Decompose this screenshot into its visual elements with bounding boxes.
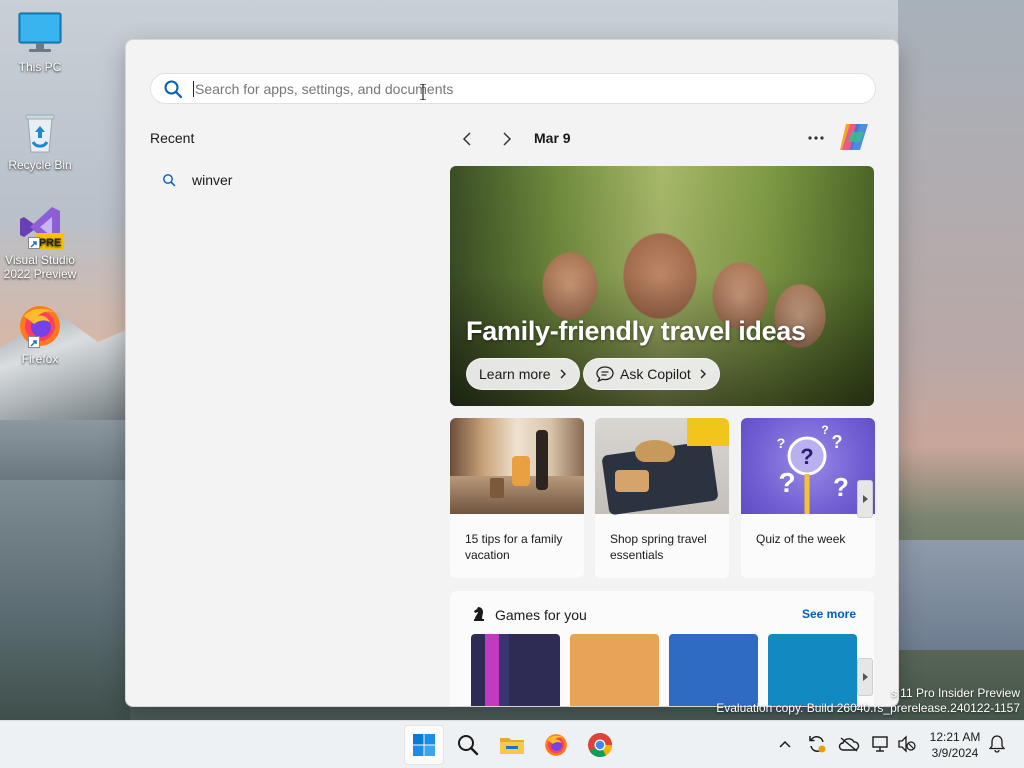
folder-icon [500, 738, 524, 754]
wallpaper-water [898, 540, 1024, 650]
evaluation-watermark: s 11 Pro Insider Preview Evaluation copy… [716, 686, 1020, 716]
card-image [595, 418, 729, 516]
speaker-muted-icon [898, 735, 916, 753]
onedrive-tray-icon[interactable] [838, 733, 860, 755]
windows-logo-icon [413, 734, 435, 756]
copilot-icon [840, 124, 868, 150]
desktop-icon-firefox[interactable]: Firefox [0, 302, 80, 366]
taskbar-search-button[interactable] [448, 725, 488, 765]
start-button[interactable] [404, 725, 444, 765]
svg-text:?: ? [832, 432, 843, 452]
chess-knight-icon [474, 607, 484, 621]
feed-date: Mar 9 [534, 130, 571, 146]
svg-text:?: ? [821, 423, 828, 437]
caret-right-icon [863, 673, 868, 681]
firefox-taskbar-button[interactable] [536, 725, 576, 765]
clock-time: 12:21 AM [929, 730, 981, 744]
previous-button[interactable] [456, 128, 478, 150]
ask-copilot-button[interactable]: Ask Copilot [583, 358, 720, 390]
watermark-line-1: s 11 Pro Insider Preview [890, 686, 1020, 700]
copilot-button[interactable] [838, 122, 870, 152]
taskbar: 12:21 AM 3/9/2024 [0, 720, 1024, 768]
desktop-icon-label: This PC [18, 60, 62, 74]
update-tray-icon[interactable] [806, 733, 828, 755]
feed-card[interactable]: ? ? ? ? ? ? Quiz of the week [741, 418, 875, 578]
chevron-right-icon [700, 369, 706, 379]
svg-text:?: ? [778, 467, 795, 498]
hero-card[interactable]: Family-friendly travel ideas Learn more … [450, 166, 874, 406]
wallpaper-lake [0, 480, 130, 720]
game-tile[interactable] [570, 634, 659, 706]
card-title: 15 tips for a family vacation [465, 532, 563, 562]
search-box[interactable] [150, 73, 876, 104]
sync-icon [809, 736, 826, 753]
shortcut-arrow-icon [28, 336, 40, 348]
search-input[interactable] [195, 80, 795, 97]
recent-item[interactable]: winver [162, 168, 422, 192]
search-icon [164, 80, 183, 98]
game-tile[interactable] [471, 634, 560, 706]
svg-text:?: ? [833, 472, 849, 502]
chevron-right-icon [503, 132, 512, 146]
question-marks-icon: ? ? ? ? ? ? [777, 423, 849, 514]
cloud-offline-icon [838, 737, 860, 752]
search-icon [163, 174, 176, 187]
visual-studio-badge: PRE [39, 237, 62, 249]
clock-date: 3/9/2024 [931, 746, 979, 760]
learn-more-label: Learn more [479, 366, 551, 382]
notifications-button[interactable] [986, 733, 1008, 755]
watermark-line-2: Evaluation copy. Build 26040.rs_prerelea… [716, 701, 1020, 715]
card-image [450, 418, 584, 514]
svg-text:?: ? [800, 444, 813, 469]
firefox-icon [545, 734, 567, 756]
shortcut-arrow-icon [28, 237, 40, 249]
more-dots-icon [808, 136, 824, 140]
recycle-bin-icon [16, 108, 64, 156]
monitor-icon [16, 10, 64, 58]
desktop-icon-label: Recycle Bin [8, 158, 72, 172]
recent-item-label: winver [192, 172, 233, 188]
svg-text:?: ? [777, 435, 786, 451]
taskbar-clock[interactable]: 12:21 AM 3/9/2024 [920, 729, 990, 761]
search-panel: Recent winver Mar 9 Family-friendly trav… [125, 39, 899, 707]
see-more-link[interactable]: See more [802, 607, 856, 621]
hero-title: Family-friendly travel ideas [466, 316, 806, 346]
show-hidden-icons-button[interactable] [774, 733, 796, 755]
desktop-icon-label: Visual Studio 2022 Preview [3, 253, 77, 281]
chevron-right-icon [560, 369, 566, 379]
next-button[interactable] [496, 128, 518, 150]
volume-tray-icon[interactable] [896, 733, 918, 755]
file-explorer-button[interactable] [492, 725, 532, 765]
ibeam-cursor-icon [420, 84, 426, 100]
more-options-button[interactable] [804, 126, 828, 150]
visual-studio-icon: PRE [16, 203, 64, 251]
card-image: ? ? ? ? ? ? [741, 418, 875, 514]
cards-scroll-right-button[interactable] [857, 480, 873, 518]
search-icon [458, 735, 479, 756]
chat-bubble-icon [596, 366, 614, 382]
network-disconnected-icon [872, 736, 888, 752]
desktop-icon-visual-studio[interactable]: PRE Visual Studio 2022 Preview [0, 203, 80, 281]
desktop-icon-recycle-bin[interactable]: Recycle Bin [0, 108, 80, 172]
firefox-icon [16, 302, 64, 350]
games-title: Games for you [495, 607, 587, 623]
chrome-icon [588, 733, 612, 758]
learn-more-button[interactable]: Learn more [466, 358, 580, 390]
text-caret [193, 80, 194, 97]
ask-copilot-label: Ask Copilot [620, 366, 691, 382]
card-title: Shop spring travel essentials [610, 532, 707, 562]
feed-card[interactable]: Shop spring travel essentials [595, 418, 729, 578]
desktop-icon-this-pc[interactable]: This PC [0, 10, 80, 74]
feed-card[interactable]: 15 tips for a family vacation [450, 418, 584, 578]
chevron-up-icon [779, 740, 791, 748]
caret-right-icon [863, 495, 868, 503]
card-title: Quiz of the week [756, 532, 846, 546]
chevron-left-icon [462, 132, 471, 146]
desktop-icon-label: Firefox [21, 352, 59, 366]
bell-icon [989, 735, 1005, 753]
recent-heading: Recent [150, 130, 195, 146]
chrome-taskbar-button[interactable] [580, 725, 620, 765]
network-tray-icon[interactable] [870, 733, 892, 755]
